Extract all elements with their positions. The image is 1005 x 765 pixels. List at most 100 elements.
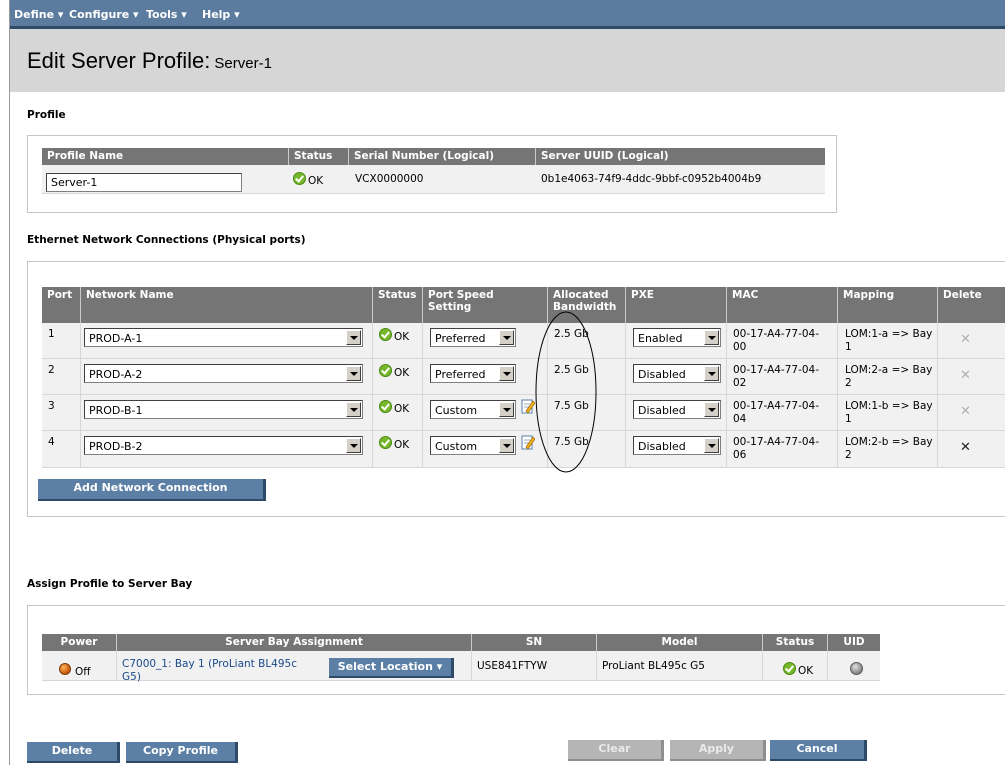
mac-line1: 00-17-A4-77-04- — [733, 328, 820, 340]
col-delete: Delete — [937, 287, 987, 323]
network-name-select[interactable]: PROD-A-1 — [84, 328, 363, 347]
grid-line — [372, 323, 373, 468]
connection-status: OK — [394, 331, 410, 343]
serial-number-sn: USE841FTYW — [477, 660, 548, 672]
delete-button[interactable]: Delete — [27, 742, 120, 763]
delete-icon[interactable]: ✕ — [960, 405, 971, 418]
pxe-select[interactable]: Disabled — [633, 436, 721, 455]
select-location-button[interactable]: Select Location ▾ — [329, 658, 454, 678]
bandwidth-line1: Allocated — [553, 289, 609, 301]
chevron-down-icon[interactable] — [346, 402, 361, 417]
network-name-value: PROD-A-1 — [89, 332, 143, 345]
pxe-select[interactable]: Disabled — [633, 364, 721, 383]
grid-line — [471, 651, 472, 681]
port-speed-line2: Setting — [428, 301, 472, 313]
power-state: Off — [75, 666, 91, 678]
network-name-select[interactable]: PROD-A-2 — [84, 364, 363, 383]
mac-line1: 00-17-A4-77-04- — [733, 436, 820, 448]
chevron-down-icon[interactable] — [704, 330, 719, 345]
col-profile-name: Profile Name — [47, 150, 124, 162]
cancel-button[interactable]: Cancel — [770, 740, 867, 761]
chevron-down-icon[interactable] — [346, 330, 361, 345]
delete-icon[interactable]: ✕ — [960, 333, 971, 346]
pxe-select[interactable]: Disabled — [633, 400, 721, 419]
port-mapping: LOM:2-a => Bay 2 — [845, 364, 932, 390]
port-speed-select[interactable]: Custom — [430, 436, 516, 455]
add-network-connection-button[interactable]: Add Network Connection — [38, 479, 266, 501]
delete-icon[interactable]: ✕ — [960, 369, 971, 382]
port-mapping: LOM:2-b => Bay 2 — [845, 436, 933, 462]
port-number: 3 — [48, 400, 55, 412]
chevron-down-icon[interactable] — [499, 438, 514, 453]
page-subtitle: Server-1 — [214, 55, 272, 72]
profile-header: Profile Name Status Serial Number (Logic… — [42, 148, 825, 165]
mapping-line2: 1 — [845, 341, 852, 353]
ethernet-heading: Ethernet Network Connections (Physical p… — [27, 234, 306, 246]
menu-tools[interactable]: Tools ▾ — [146, 8, 187, 21]
highlight-ellipse — [535, 311, 597, 473]
mac-address: 00-17-A4-77-04- 00 — [733, 328, 819, 354]
mac-line2: 06 — [733, 449, 747, 461]
chevron-down-icon[interactable] — [499, 366, 514, 381]
grid-line — [837, 323, 838, 468]
port-number: 2 — [48, 364, 55, 376]
menu-define[interactable]: Define ▾ — [14, 8, 63, 21]
mapping-line1: LOM:2-a => Bay — [845, 364, 933, 376]
menu-help[interactable]: Help ▾ — [202, 8, 240, 21]
port-speed-value: Preferred — [435, 332, 486, 345]
mapping-line2: 2 — [845, 449, 852, 461]
grid-line — [80, 323, 81, 468]
chevron-down-icon[interactable] — [704, 366, 719, 381]
port-speed-select[interactable]: Preferred — [430, 364, 516, 383]
mac-line2: 04 — [733, 413, 747, 425]
grid-line — [726, 323, 727, 468]
mac-line2: 00 — [733, 341, 747, 353]
chevron-down-icon[interactable] — [704, 402, 719, 417]
assign-status: OK — [798, 665, 814, 677]
copy-profile-button[interactable]: Copy Profile — [126, 742, 238, 763]
chevron-down-icon[interactable] — [346, 366, 361, 381]
port-speed-select[interactable]: Preferred — [430, 328, 516, 347]
connection-status: OK — [394, 367, 410, 379]
chevron-down-icon[interactable] — [346, 438, 361, 453]
network-name-select[interactable]: PROD-B-1 — [84, 400, 363, 419]
ok-status-icon — [379, 328, 392, 341]
uid-icon[interactable] — [850, 662, 863, 675]
pxe-value: Disabled — [638, 404, 686, 417]
port-mapping: LOM:1-a => Bay 1 — [845, 328, 932, 354]
grid-line — [116, 651, 117, 681]
col-port: Port — [47, 289, 73, 301]
col-model: Model — [596, 634, 762, 651]
port-number: 4 — [48, 436, 55, 448]
chevron-down-icon[interactable] — [704, 438, 719, 453]
ok-status-icon — [379, 400, 392, 413]
chevron-down-icon[interactable] — [499, 402, 514, 417]
mac-address: 00-17-A4-77-04- 04 — [733, 400, 819, 426]
page-title: Edit Server Profile: Server-1 — [27, 48, 272, 74]
port-number: 1 — [48, 328, 55, 340]
assign-heading: Assign Profile to Server Bay — [27, 578, 193, 590]
mapping-line1: LOM:1-b => Bay — [845, 400, 933, 412]
apply-button[interactable]: Apply — [670, 740, 766, 761]
port-speed-select[interactable]: Custom — [430, 400, 516, 419]
col-eth-status: Status — [372, 287, 421, 323]
power-icon[interactable] — [59, 663, 71, 675]
mac-line2: 02 — [733, 377, 747, 389]
mac-line1: 00-17-A4-77-04- — [733, 364, 820, 376]
port-speed-value: Custom — [435, 440, 478, 453]
port-speed-value: Custom — [435, 404, 478, 417]
pxe-select[interactable]: Enabled — [633, 328, 721, 347]
menu-configure[interactable]: Configure ▾ — [69, 8, 139, 21]
grid-line — [596, 651, 597, 681]
clear-button[interactable]: Clear — [568, 740, 664, 761]
delete-icon[interactable]: ✕ — [960, 441, 971, 454]
server-uuid: 0b1e4063-74f9-4ddc-9bbf-c0952b4004b9 — [541, 173, 762, 185]
bay-line1: C7000_1: Bay 1 (ProLiant BL495c — [122, 658, 297, 670]
grid-line — [625, 323, 626, 468]
mapping-line1: LOM:2-b => Bay — [845, 436, 933, 448]
bay-assignment-link[interactable]: C7000_1: Bay 1 (ProLiant BL495c G5) — [122, 658, 297, 684]
chevron-down-icon[interactable] — [499, 330, 514, 345]
profile-name-input[interactable]: Server-1 — [46, 173, 242, 192]
col-serial: Serial Number (Logical) — [348, 148, 499, 165]
network-name-select[interactable]: PROD-B-2 — [84, 436, 363, 455]
